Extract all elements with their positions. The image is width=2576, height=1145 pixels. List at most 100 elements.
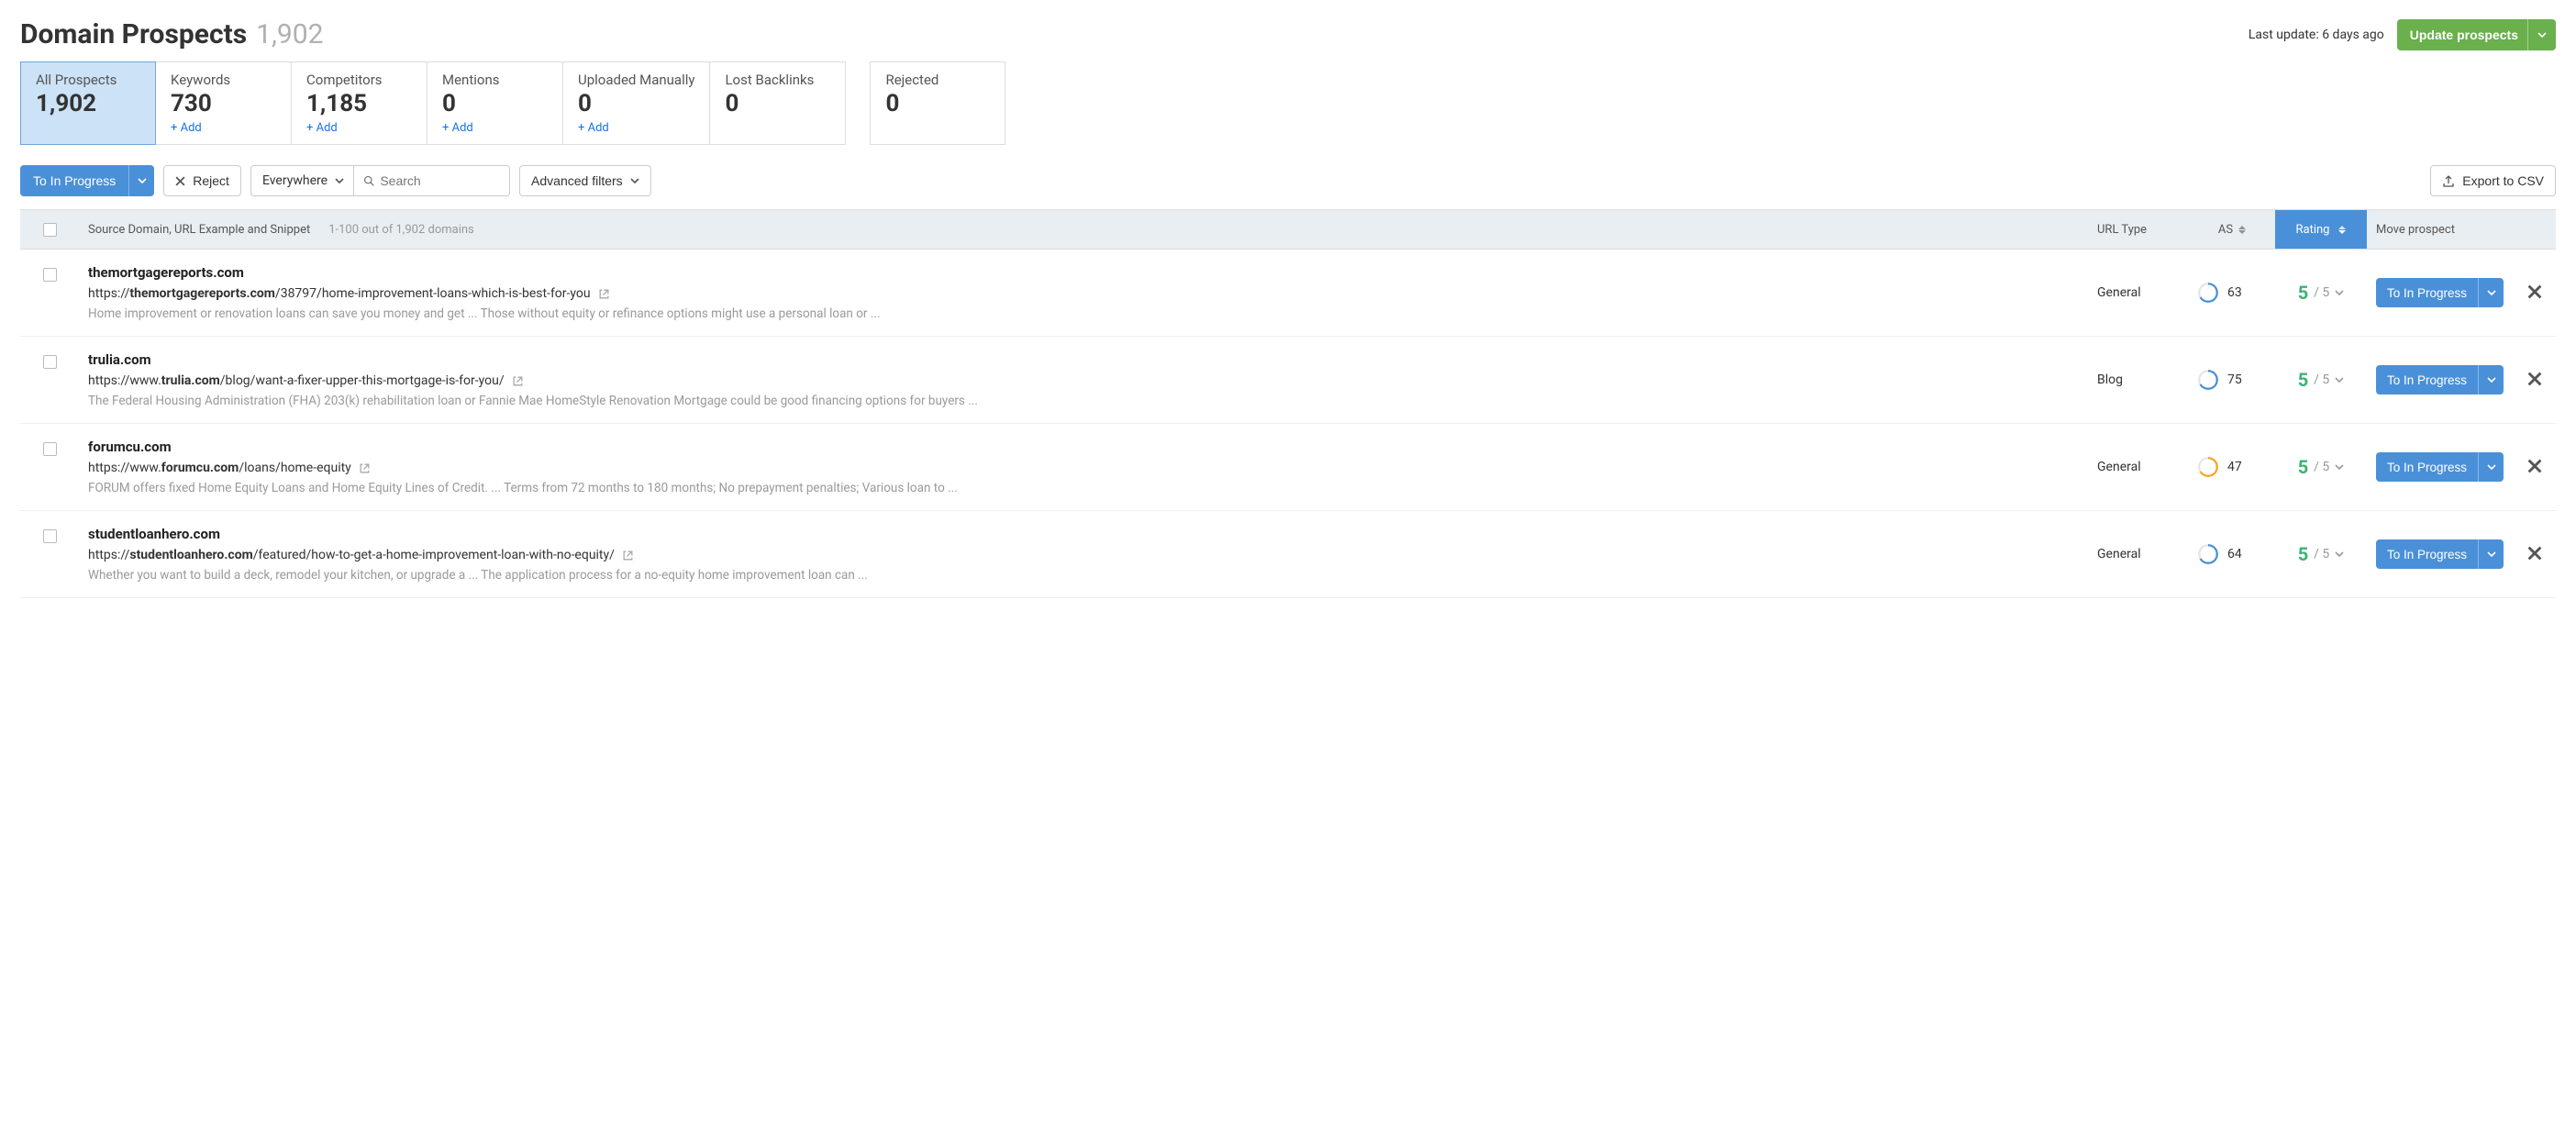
rating-max: / 5 <box>2314 372 2329 387</box>
domain-name: trulia.com <box>88 351 2079 368</box>
row-checkbox[interactable] <box>43 442 57 456</box>
chevron-down-icon <box>2335 550 2344 559</box>
authority-score: 75 <box>2189 370 2275 390</box>
stat-card-all-prospects[interactable]: All Prospects 1,902 <box>20 61 156 145</box>
advanced-filters-label: Advanced filters <box>531 173 623 188</box>
url-type: General <box>2088 285 2189 300</box>
row-checkbox[interactable] <box>43 268 57 282</box>
stat-card-rejected[interactable]: Rejected0 <box>870 61 1005 145</box>
remove-row-button[interactable] <box>2514 369 2556 392</box>
close-icon <box>2527 372 2542 386</box>
select-all-checkbox[interactable] <box>43 223 57 237</box>
rating-max: / 5 <box>2314 547 2329 561</box>
stat-value: 1,902 <box>36 90 140 117</box>
stat-value: 0 <box>885 90 990 117</box>
scope-dropdown[interactable]: Everywhere <box>250 165 354 196</box>
as-value: 47 <box>2227 460 2242 474</box>
remove-row-button[interactable] <box>2514 282 2556 305</box>
stat-value: 730 <box>171 90 276 117</box>
chevron-down-icon <box>2335 288 2344 297</box>
domain-name: studentloanhero.com <box>88 526 2079 542</box>
row-checkbox[interactable] <box>43 529 57 543</box>
chevron-down-icon[interactable] <box>2478 278 2504 307</box>
rating-value: 5 <box>2298 369 2308 391</box>
page-title: Domain Prospects <box>20 18 247 50</box>
col-url-type[interactable]: URL Type <box>2088 223 2189 237</box>
stat-add-link[interactable]: + Add <box>578 121 609 135</box>
rating-cell[interactable]: 5/ 5 <box>2275 456 2367 478</box>
source-cell: trulia.com https://www.trulia.com/blog/wa… <box>79 351 2088 408</box>
authority-score: 47 <box>2189 457 2275 477</box>
rating-cell[interactable]: 5/ 5 <box>2275 282 2367 304</box>
example-url[interactable]: https://www.trulia.com/blog/want-a-fixer… <box>88 373 2079 388</box>
stat-label: All Prospects <box>36 72 140 88</box>
as-ring-icon <box>2198 544 2218 564</box>
stat-card-keywords[interactable]: Keywords730+ Add <box>156 61 292 145</box>
stat-label: Competitors <box>306 72 412 88</box>
col-source: Source Domain, URL Example and Snippet <box>88 223 310 237</box>
rating-cell[interactable]: 5 / 5 <box>2275 543 2367 565</box>
rating-cell[interactable]: 5 / 5 <box>2275 369 2367 391</box>
chevron-down-icon[interactable] <box>2478 539 2504 569</box>
source-cell: studentloanhero.com https://studentloanhe… <box>79 526 2088 583</box>
external-link-icon <box>622 550 634 561</box>
export-csv-button[interactable]: Export to CSV <box>2430 165 2556 196</box>
chevron-down-icon <box>2335 462 2344 472</box>
as-ring-icon <box>2198 370 2218 390</box>
domain-name: themortgagereports.com <box>88 264 2079 281</box>
move-to-in-progress-button[interactable]: To In Progress <box>2376 539 2504 569</box>
move-cell: To In Progress <box>2367 365 2514 395</box>
snippet: The Federal Housing Administration (FHA)… <box>88 394 2079 408</box>
search-field[interactable] <box>354 165 510 196</box>
col-move: Move prospect <box>2367 223 2514 237</box>
reject-button[interactable]: Reject <box>163 165 241 196</box>
page-count: 1,902 <box>256 18 323 50</box>
advanced-filters-button[interactable]: Advanced filters <box>519 165 651 196</box>
stat-value: 0 <box>442 90 548 117</box>
move-to-in-progress-button[interactable]: To In Progress <box>2376 452 2504 482</box>
stat-card-lost-backlinks[interactable]: Lost Backlinks0 <box>710 61 846 145</box>
to-in-progress-button[interactable]: To In Progress <box>20 165 154 196</box>
rating-max: / 5 <box>2314 460 2329 474</box>
stat-add-link[interactable]: + Add <box>442 121 473 135</box>
example-url[interactable]: https://www.forumcu.com/loans/home-equit… <box>88 461 2079 475</box>
authority-score: 63 <box>2189 283 2275 303</box>
row-checkbox[interactable] <box>43 355 57 369</box>
rating-value: 5 <box>2298 543 2308 565</box>
stat-card-uploaded-manually[interactable]: Uploaded Manually0+ Add <box>563 61 710 145</box>
as-ring-icon <box>2198 283 2218 303</box>
example-url[interactable]: https://studentloanhero.com/featured/how… <box>88 548 2079 562</box>
move-cell: To In Progress <box>2367 539 2514 569</box>
chevron-down-icon[interactable] <box>128 165 154 196</box>
stat-card-mentions[interactable]: Mentions0+ Add <box>427 61 563 145</box>
as-value: 63 <box>2227 285 2242 300</box>
sort-icon <box>2338 226 2346 234</box>
update-prospects-button[interactable]: Update prospects <box>2397 19 2556 50</box>
move-cell: To In Progress <box>2367 278 2514 307</box>
stat-value: 0 <box>725 90 830 117</box>
external-link-icon <box>598 288 610 300</box>
move-to-in-progress-button[interactable]: To In Progress <box>2376 365 2504 395</box>
chevron-down-icon <box>335 176 344 185</box>
close-icon <box>175 176 185 186</box>
remove-row-button[interactable] <box>2514 543 2556 566</box>
chevron-down-icon[interactable] <box>2478 365 2504 395</box>
stat-add-link[interactable]: + Add <box>171 121 202 135</box>
search-input[interactable] <box>380 173 500 188</box>
col-as[interactable]: AS <box>2189 223 2275 237</box>
stat-add-link[interactable]: + Add <box>306 121 338 135</box>
chevron-down-icon <box>2335 375 2344 384</box>
col-rating[interactable]: Rating <box>2275 210 2367 249</box>
remove-row-button[interactable] <box>2514 456 2556 479</box>
move-label: To In Progress <box>2376 461 2478 474</box>
example-url[interactable]: https://themortgagereports.com/38797/hom… <box>88 286 2079 301</box>
stat-label: Uploaded Manually <box>578 72 694 88</box>
move-to-in-progress-button[interactable]: To In Progress <box>2376 278 2504 307</box>
chevron-down-icon[interactable] <box>2478 452 2504 482</box>
update-prospects-label: Update prospects <box>2410 28 2518 42</box>
col-pagination: 1-100 out of 1,902 domains <box>328 223 474 237</box>
domain-name: forumcu.com <box>88 439 2079 455</box>
source-cell: themortgagereports.com https://themortgag… <box>79 264 2088 321</box>
external-link-icon <box>512 375 524 387</box>
stat-card-competitors[interactable]: Competitors1,185+ Add <box>292 61 427 145</box>
